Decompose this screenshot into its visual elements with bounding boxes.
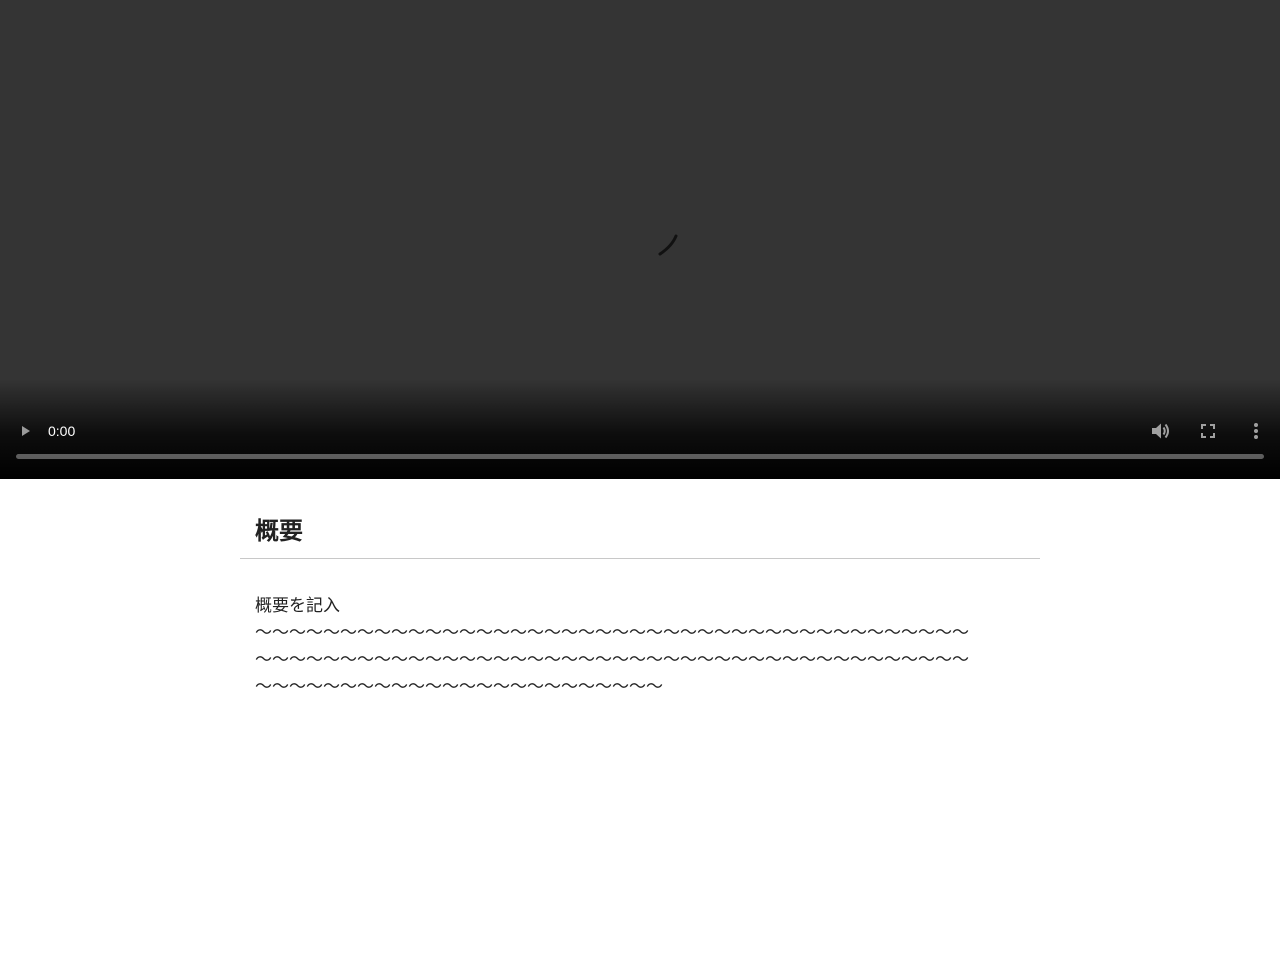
volume-icon <box>1152 423 1169 439</box>
description-line: 概要を記入 <box>255 596 340 616</box>
mute-button[interactable] <box>1148 419 1172 443</box>
description-line: 〜〜〜〜〜〜〜〜〜〜〜〜〜〜〜〜〜〜〜〜〜〜〜〜〜〜〜〜〜〜〜〜〜〜〜〜〜〜〜〜… <box>255 623 969 643</box>
play-button[interactable] <box>14 420 36 442</box>
section-header: 概要 <box>240 479 1040 559</box>
fullscreen-button[interactable] <box>1197 420 1219 442</box>
more-options-icon <box>1254 423 1258 439</box>
section-title: 概要 <box>255 517 303 545</box>
loading-spinner-icon <box>658 234 678 256</box>
progress-bar[interactable] <box>16 454 1264 459</box>
more-options-button[interactable] <box>1246 419 1266 443</box>
controls-gradient <box>0 379 1280 479</box>
description-line: 〜〜〜〜〜〜〜〜〜〜〜〜〜〜〜〜〜〜〜〜〜〜〜〜〜〜〜〜〜〜〜〜〜〜〜〜〜〜〜〜… <box>255 650 969 670</box>
video-player[interactable]: 0:00 <box>0 0 1280 479</box>
description-line: 〜〜〜〜〜〜〜〜〜〜〜〜〜〜〜〜〜〜〜〜〜〜〜〜 <box>255 677 663 697</box>
overview-section: 概要 概要を記入 〜〜〜〜〜〜〜〜〜〜〜〜〜〜〜〜〜〜〜〜〜〜〜〜〜〜〜〜〜〜〜… <box>240 479 1040 701</box>
current-time: 0:00 <box>48 423 76 439</box>
fullscreen-icon <box>1201 424 1215 438</box>
play-icon <box>22 426 30 436</box>
section-description: 概要を記入 〜〜〜〜〜〜〜〜〜〜〜〜〜〜〜〜〜〜〜〜〜〜〜〜〜〜〜〜〜〜〜〜〜〜… <box>240 559 1025 701</box>
